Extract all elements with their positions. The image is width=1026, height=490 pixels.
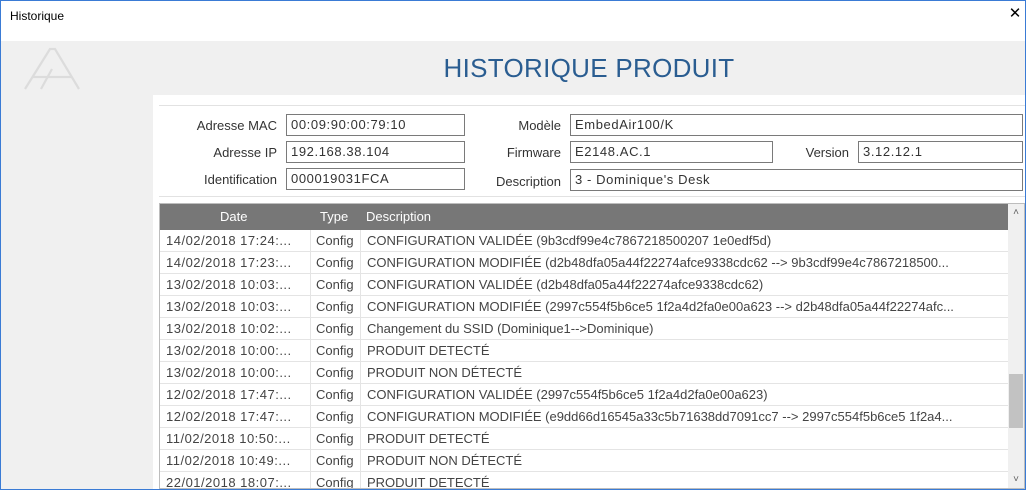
window-title: Historique xyxy=(10,9,65,23)
table-row[interactable]: 11/02/2018 10:50:... Config PRODUIT DETECT… xyxy=(160,428,1010,450)
ip-label: Adresse IP xyxy=(213,145,277,160)
mac-label: Adresse MAC xyxy=(196,118,277,133)
table-row[interactable]: 13/02/2018 10:02:... Config Changement du … xyxy=(160,318,1010,340)
row-date: 12/02/2018 17:47:... xyxy=(166,409,292,424)
table-row[interactable]: 12/02/2018 17:47:... Config CONFIGURATION … xyxy=(160,406,1010,428)
row-date: 13/02/2018 10:02:... xyxy=(166,321,292,336)
row-type: Config xyxy=(310,384,358,406)
table-row[interactable]: 14/02/2018 17:23:... Config CONFIGURATION … xyxy=(160,252,1010,274)
row-description: CONFIGURATION MODIFIÉE (2997c554f5b6ce5 … xyxy=(360,296,1008,318)
scroll-up-icon[interactable]: ˄ xyxy=(1008,204,1024,221)
title-bar[interactable]: Historique ✕ xyxy=(1,1,1025,29)
row-date: 14/02/2018 17:23:... xyxy=(166,255,292,270)
row-type: Config xyxy=(310,362,358,384)
table-row[interactable]: 22/01/2018 18:07:... Config PRODUIT DETECT… xyxy=(160,472,1010,489)
identification-label: Identification xyxy=(204,172,277,187)
model-field[interactable]: EmbedAir100/K xyxy=(570,114,1023,136)
ip-field[interactable]: 192.168.38.104 xyxy=(286,141,465,163)
row-description: PRODUIT DETECTÉ xyxy=(360,472,1008,488)
row-description: PRODUIT NON DÉTECTÉ xyxy=(360,362,1008,384)
scrollbar-thumb[interactable] xyxy=(1009,374,1023,428)
model-label: Modèle xyxy=(518,118,561,133)
row-type: Config xyxy=(310,274,358,296)
history-window: Historique ✕ HISTORIQUE PRODUIT Adresse … xyxy=(0,0,1026,490)
row-type: Config xyxy=(310,252,358,274)
description-label: Description xyxy=(495,174,561,189)
row-description: CONFIGURATION VALIDÉE (9b3cdf99e4c786721… xyxy=(360,230,1008,252)
row-date: 13/02/2018 10:03:... xyxy=(166,277,292,292)
details-panel: Adresse MAC 00:09:90:00:79:10 Adresse IP… xyxy=(153,95,1025,489)
mac-field[interactable]: 00:09:90:00:79:10 xyxy=(286,114,465,136)
table-row[interactable]: 13/02/2018 10:03:... Config CONFIGURATION … xyxy=(160,274,1010,296)
row-description: PRODUIT DETECTÉ xyxy=(360,340,1008,362)
row-date: 13/02/2018 10:00:... xyxy=(166,343,292,358)
firmware-field[interactable]: E2148.AC.1 xyxy=(570,141,773,163)
table-row[interactable]: 13/02/2018 10:00:... Config PRODUIT DETECT… xyxy=(160,340,1010,362)
vertical-scrollbar[interactable]: ˄ ˅ xyxy=(1008,204,1024,488)
row-description: PRODUIT DETECTÉ xyxy=(360,428,1008,450)
row-type: Config xyxy=(310,296,358,318)
row-description: Changement du SSID (Dominique1-->Dominiq… xyxy=(360,318,1008,340)
description-field[interactable]: 3 - Dominique's Desk xyxy=(570,169,1023,191)
row-date: 13/02/2018 10:00:... xyxy=(166,365,292,380)
table-row[interactable]: 12/02/2018 17:47:... Config CONFIGURATION … xyxy=(160,384,1010,406)
table-header: Date Type Description xyxy=(160,204,1010,230)
version-label: Version xyxy=(805,145,849,160)
row-date: 12/02/2018 17:47:... xyxy=(166,387,292,402)
row-description: CONFIGURATION VALIDÉE (2997c554f5b6ce5 1… xyxy=(360,384,1008,406)
brand-logo-icon xyxy=(24,47,80,90)
table-row[interactable]: 11/02/2018 10:49:... Config PRODUIT NON DÉ… xyxy=(160,450,1010,472)
table-row[interactable]: 13/02/2018 10:00:... Config PRODUIT NON DÉ… xyxy=(160,362,1010,384)
content-area: HISTORIQUE PRODUIT Adresse MAC 00:09:90:… xyxy=(1,41,1025,489)
firmware-label: Firmware xyxy=(506,145,561,160)
row-type: Config xyxy=(310,428,358,450)
row-description: PRODUIT NON DÉTECTÉ xyxy=(360,450,1008,472)
row-description: CONFIGURATION MODIFIÉE (d2b48dfa05a44f22… xyxy=(360,252,1008,274)
row-type: Config xyxy=(310,472,358,488)
table-row[interactable]: 14/02/2018 17:24:... Config CONFIGURATION … xyxy=(160,230,1010,252)
row-type: Config xyxy=(310,450,358,472)
row-date: 11/02/2018 10:50:... xyxy=(166,431,291,446)
close-button[interactable]: ✕ xyxy=(1005,3,1025,25)
table-row[interactable]: 13/02/2018 10:03:... Config CONFIGURATION … xyxy=(160,296,1010,318)
row-description: CONFIGURATION VALIDÉE (d2b48dfa05a44f222… xyxy=(360,274,1008,296)
product-info: Adresse MAC 00:09:90:00:79:10 Adresse IP… xyxy=(159,105,1025,197)
table-body: 14/02/2018 17:24:... Config CONFIGURATION … xyxy=(160,230,1010,489)
row-date: 11/02/2018 10:49:... xyxy=(166,453,291,468)
history-table: Date Type Description 14/02/2018 17:24:.… xyxy=(159,203,1025,489)
row-type: Config xyxy=(310,340,358,362)
page-title: HISTORIQUE PRODUIT xyxy=(443,53,735,83)
row-type: Config xyxy=(310,318,358,340)
version-field[interactable]: 3.12.12.1 xyxy=(858,141,1023,163)
scroll-down-icon[interactable]: ˅ xyxy=(1008,471,1024,488)
row-date: 22/01/2018 18:07:... xyxy=(166,475,292,489)
column-header-date[interactable]: Date xyxy=(220,204,247,230)
row-type: Config xyxy=(310,406,358,428)
row-date: 14/02/2018 17:24:... xyxy=(166,233,292,248)
row-type: Config xyxy=(310,230,358,252)
column-header-type[interactable]: Type xyxy=(320,204,348,230)
row-description: CONFIGURATION MODIFIÉE (e9dd66d16545a33c… xyxy=(360,406,1008,428)
row-date: 13/02/2018 10:03:... xyxy=(166,299,292,314)
identification-field[interactable]: 000019031FCA xyxy=(286,168,465,190)
column-header-description[interactable]: Description xyxy=(366,204,431,230)
